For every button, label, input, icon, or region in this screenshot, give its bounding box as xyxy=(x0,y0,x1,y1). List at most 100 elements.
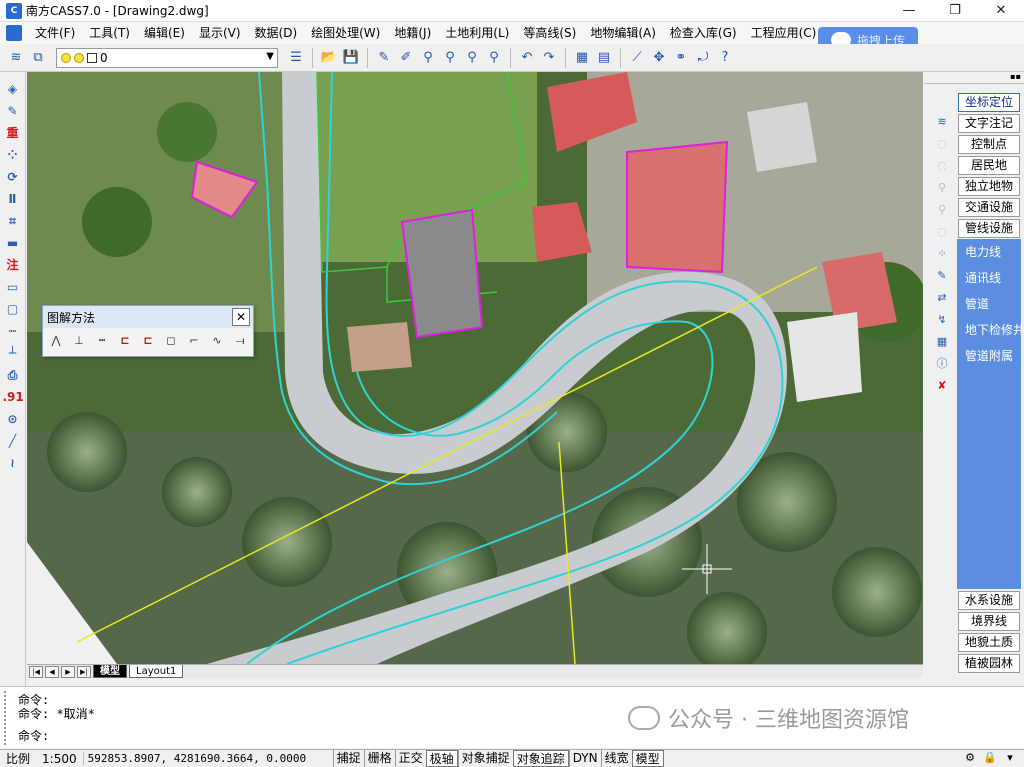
menu-cadastre[interactable]: 地籍(J) xyxy=(387,22,438,44)
btn-water[interactable]: 水系设施 xyxy=(958,591,1020,610)
menu-data[interactable]: 数据(D) xyxy=(248,22,305,44)
menu-edit[interactable]: 编辑(E) xyxy=(137,22,192,44)
command-input[interactable]: 命令: xyxy=(18,727,49,744)
redo-icon[interactable]: ↷ xyxy=(539,48,559,68)
elevation-icon[interactable]: .91 xyxy=(3,388,24,406)
toggle-dyn[interactable]: DYN xyxy=(568,750,601,767)
zoom-realtime-icon[interactable]: ⚲ xyxy=(418,48,438,68)
line-tool-icon[interactable]: ⊥ xyxy=(69,332,89,350)
match-prop-icon[interactable]: ✐ xyxy=(396,48,416,68)
ruler-tool-icon[interactable]: ▬ xyxy=(3,234,23,252)
zoom-icon[interactable]: ⚲ xyxy=(932,178,952,197)
help-icon[interactable]: ? xyxy=(715,48,735,68)
linetype-icon[interactable]: ☰ xyxy=(286,48,306,68)
toggle-snap[interactable]: 捕捉 xyxy=(332,750,364,767)
calculator-icon[interactable]: ▤ xyxy=(594,48,614,68)
swap-icon[interactable]: ⇄ xyxy=(932,288,952,307)
line-tool-icon[interactable]: ╱ xyxy=(3,432,23,450)
btn-transport[interactable]: 交通设施 xyxy=(958,198,1020,217)
menu-view[interactable]: 显示(V) xyxy=(192,22,248,44)
brush-icon[interactable]: ✎ xyxy=(3,102,23,120)
toggle-grid[interactable]: 栅格 xyxy=(363,750,395,767)
ruler-icon[interactable]: ⟋ xyxy=(627,48,647,68)
ghost-icon[interactable]: ◌ xyxy=(932,222,952,241)
zoom-previous-icon[interactable]: ⚲ xyxy=(462,48,482,68)
tab-model[interactable]: 模型 xyxy=(93,665,127,678)
settings-icon[interactable]: ⚙ xyxy=(962,751,978,765)
item-pipe-accessory[interactable]: 管道附属 xyxy=(957,343,1021,369)
toggle-lineweight[interactable]: 线宽 xyxy=(600,750,632,767)
item-comm-line[interactable]: 通讯线 xyxy=(957,265,1021,291)
graphic-method-panel[interactable]: 图解方法 ✕ ⋀ ⊥ ┅ ⊏ ⊏ ◻ ⌐ ∿ ⟞ xyxy=(42,305,254,357)
toggle-otrack[interactable]: 对象追踪 xyxy=(512,750,569,767)
menu-engineering[interactable]: 工程应用(C) xyxy=(744,22,824,44)
circle-tool-icon[interactable]: ⊙ xyxy=(3,410,23,428)
bracket-right-icon[interactable]: ⊏ xyxy=(138,332,158,350)
rotate-icon[interactable]: ⤾ xyxy=(693,48,713,68)
btn-boundary[interactable]: 境界线 xyxy=(958,612,1020,631)
wave-icon[interactable]: ∿ xyxy=(207,332,227,350)
panel-close-button[interactable]: ✕ xyxy=(232,308,250,326)
ghost-icon[interactable]: ◌ xyxy=(932,134,952,153)
btn-residential[interactable]: 居民地 xyxy=(958,156,1020,175)
command-grip[interactable] xyxy=(4,691,10,745)
doc-icon[interactable] xyxy=(6,25,22,41)
tag-icon[interactable]: ◈ xyxy=(3,80,23,98)
menu-drawing[interactable]: 绘图处理(W) xyxy=(304,22,387,44)
layers-icon[interactable]: ≋ xyxy=(6,48,26,68)
layer-select[interactable]: 0 ▼ xyxy=(56,47,278,68)
layer-state-icon[interactable]: ⧉ xyxy=(28,48,48,68)
prev-tab-button[interactable]: ◀ xyxy=(45,665,59,678)
btn-landform[interactable]: 地貌土质 xyxy=(958,633,1020,652)
save-icon[interactable]: 💾 xyxy=(341,48,361,68)
coordinate-icon[interactable]: ⌗ xyxy=(3,212,23,230)
item-pipe[interactable]: 管道 xyxy=(957,291,1021,317)
next-tab-button[interactable]: ▶ xyxy=(61,665,75,678)
maximize-button[interactable]: ❐ xyxy=(932,0,978,22)
grid-icon[interactable]: ▦ xyxy=(572,48,592,68)
delete-icon[interactable]: ✘ xyxy=(932,376,952,395)
first-tab-button[interactable]: |◀ xyxy=(29,665,43,678)
rect-outline-icon[interactable]: ▢ xyxy=(3,300,23,318)
item-power-line[interactable]: 电力线 xyxy=(957,239,1021,265)
toggle-polar[interactable]: 极轴 xyxy=(425,750,458,767)
scale-value[interactable]: 1:500 xyxy=(36,752,83,766)
move-icon[interactable]: ✥ xyxy=(649,48,669,68)
heavy-text-icon[interactable]: 重 xyxy=(3,124,23,142)
corner-icon[interactable]: ⌐ xyxy=(184,332,204,350)
measure-icon[interactable]: ⚭ xyxy=(671,48,691,68)
pencil-icon[interactable]: ✎ xyxy=(374,48,394,68)
arrow-line-icon[interactable]: ⟞ xyxy=(230,332,250,350)
points-icon[interactable]: ⁘ xyxy=(3,146,23,164)
bracket-left-icon[interactable]: ⊏ xyxy=(115,332,135,350)
btn-pipeline[interactable]: 管线设施 xyxy=(958,219,1020,238)
pen-icon[interactable]: ✎ xyxy=(932,266,952,285)
pillar-icon[interactable]: Ⅱ xyxy=(3,190,23,208)
annotate-icon[interactable]: 注 xyxy=(3,256,23,274)
menu-check[interactable]: 检查入库(G) xyxy=(663,22,744,44)
toggle-model[interactable]: 模型 xyxy=(631,750,664,767)
zigzag-tool-icon[interactable]: ≀ xyxy=(3,454,23,472)
zoom-window-icon[interactable]: ⚲ xyxy=(440,48,460,68)
minimize-button[interactable]: — xyxy=(886,0,932,22)
angle-icon[interactable]: ⋀ xyxy=(46,332,66,350)
chevron-down-icon[interactable]: ▾ xyxy=(1002,751,1018,765)
info-icon[interactable]: ⓘ xyxy=(932,354,952,373)
zoom-icon[interactable]: ⚲ xyxy=(932,200,952,219)
print-tool-icon[interactable]: ⎙ xyxy=(3,366,23,384)
curve-icon[interactable]: ↯ xyxy=(932,310,952,329)
dash-tool-icon[interactable]: ┉ xyxy=(3,322,23,340)
panel-grip[interactable]: ▪▪ xyxy=(924,72,1024,84)
drawing-canvas[interactable] xyxy=(27,72,923,664)
item-manhole[interactable]: 地下检修井 xyxy=(957,317,1021,343)
open-folder-icon[interactable]: 📂 xyxy=(319,48,339,68)
btn-text-annotation[interactable]: 文字注记 xyxy=(958,114,1020,133)
dash-line-icon[interactable]: ┅ xyxy=(92,332,112,350)
menu-tools[interactable]: 工具(T) xyxy=(82,22,137,44)
last-tab-button[interactable]: ▶| xyxy=(77,665,91,678)
panel-titlebar[interactable]: 图解方法 ✕ xyxy=(43,306,253,328)
toggle-ortho[interactable]: 正交 xyxy=(394,750,426,767)
menu-contour[interactable]: 等高线(S) xyxy=(516,22,583,44)
tab-layout1[interactable]: Layout1 xyxy=(129,665,184,678)
menu-file[interactable]: 文件(F) xyxy=(28,22,82,44)
